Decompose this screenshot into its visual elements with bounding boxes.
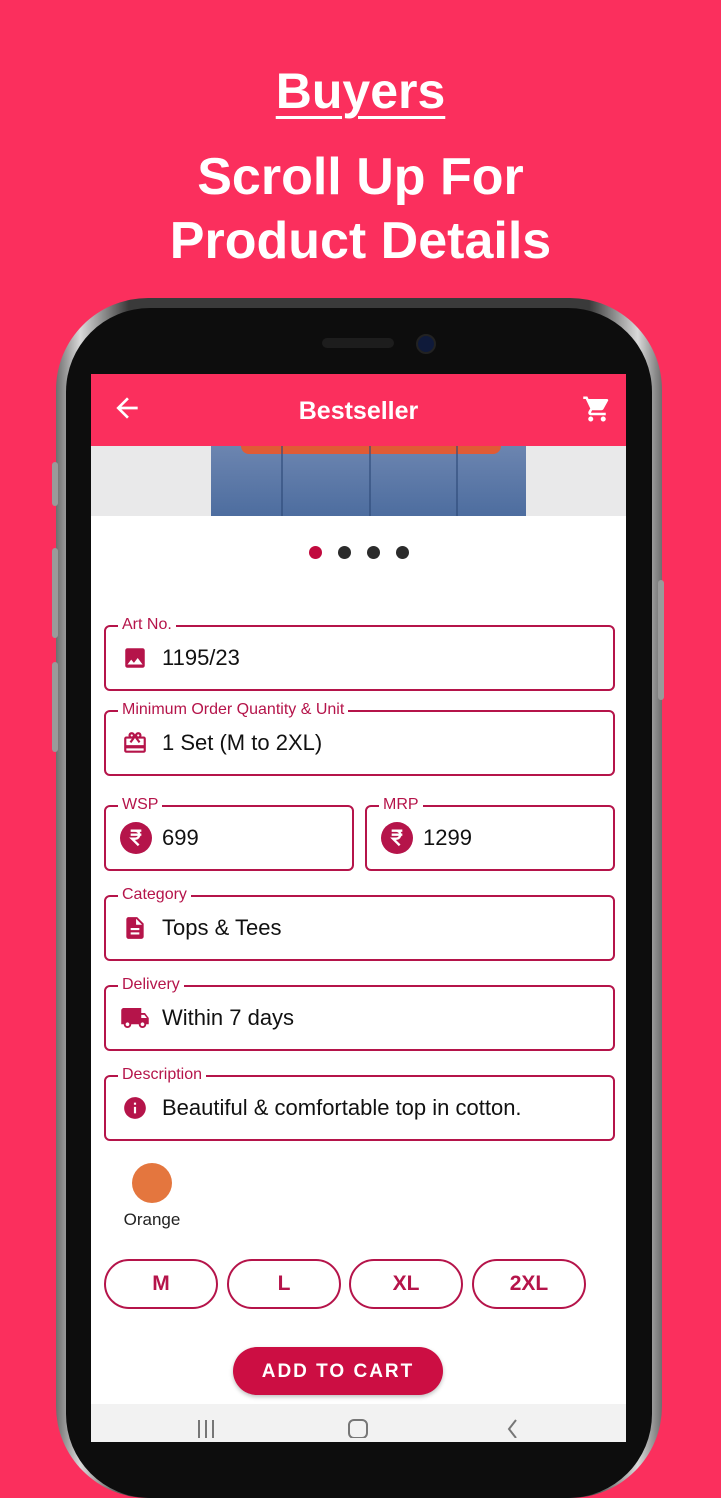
phone-camera <box>416 334 436 354</box>
category-value: Tops & Tees <box>162 915 282 940</box>
rupee-icon <box>381 822 413 854</box>
jeans-seam <box>456 446 458 516</box>
mrp-value: 1299 <box>423 825 472 850</box>
size-option-m[interactable]: M <box>104 1259 218 1309</box>
description-field: Description Beautiful & comfortable top … <box>104 1065 615 1141</box>
product-photo-shirt-hem <box>241 446 501 454</box>
back-nav-icon[interactable] <box>501 1416 523 1438</box>
delivery-field: Delivery Within 7 days <box>104 975 615 1051</box>
phone-side-button <box>52 462 58 506</box>
jeans-seam <box>369 446 371 516</box>
color-swatch-label: Orange <box>123 1210 181 1229</box>
app-screen: Bestseller Art No. 1195/23 Minimum Order… <box>91 374 626 1442</box>
art-no-value: 1195/23 <box>162 645 240 670</box>
wsp-value: 699 <box>162 825 199 850</box>
jeans-seam <box>281 446 283 516</box>
promo-subtitle-line2: Product Details <box>169 212 552 270</box>
size-option-2xl[interactable]: 2XL <box>472 1259 586 1309</box>
promo-title: Buyers <box>275 63 446 119</box>
wsp-field: WSP 699 <box>104 795 354 871</box>
rupee-icon <box>120 822 152 854</box>
phone-speaker <box>322 338 394 348</box>
moq-field: Minimum Order Quantity & Unit 1 Set (M t… <box>104 700 615 776</box>
mrp-field: MRP 1299 <box>365 795 615 871</box>
promo-subtitle: Scroll Up For Product Details <box>0 145 721 273</box>
carousel-indicator <box>91 546 626 562</box>
shopping-cart-icon[interactable] <box>582 394 612 424</box>
product-image[interactable] <box>91 446 626 516</box>
moq-value: 1 Set (M to 2XL) <box>162 730 323 755</box>
info-icon <box>124 1097 146 1119</box>
wsp-label: WSP <box>118 795 163 815</box>
art-no-field: Art No. 1195/23 <box>104 615 615 691</box>
carousel-dot-4[interactable] <box>395 546 409 559</box>
arrow-back-icon[interactable] <box>111 392 143 424</box>
category-field: Category Tops & Tees <box>104 885 615 961</box>
mrp-label: MRP <box>379 795 423 815</box>
image-icon <box>125 648 145 668</box>
gift-card-icon <box>124 732 146 753</box>
description-value: Beautiful & comfortable top in cotton. <box>162 1095 522 1120</box>
document-icon <box>126 917 144 939</box>
home-icon[interactable] <box>347 1416 369 1438</box>
carousel-dot-1[interactable] <box>308 546 322 559</box>
color-swatch-orange[interactable] <box>132 1163 172 1203</box>
add-to-cart-button[interactable]: ADD TO CART <box>233 1347 443 1395</box>
phone-volume-down <box>52 662 58 752</box>
carousel-dot-3[interactable] <box>366 546 380 559</box>
recent-apps-icon[interactable] <box>195 1416 217 1438</box>
phone-power-button <box>658 580 664 700</box>
app-title: Bestseller <box>298 397 419 425</box>
promo-subtitle-line1: Scroll Up For <box>197 148 524 206</box>
app-bar: Bestseller <box>91 374 626 446</box>
carousel-dot-2[interactable] <box>337 546 351 559</box>
system-nav-bar <box>91 1404 626 1442</box>
phone-volume-up <box>52 548 58 638</box>
truck-icon <box>121 1008 149 1028</box>
size-option-xl[interactable]: XL <box>349 1259 463 1309</box>
size-option-l[interactable]: L <box>227 1259 341 1309</box>
delivery-value: Within 7 days <box>162 1005 295 1030</box>
